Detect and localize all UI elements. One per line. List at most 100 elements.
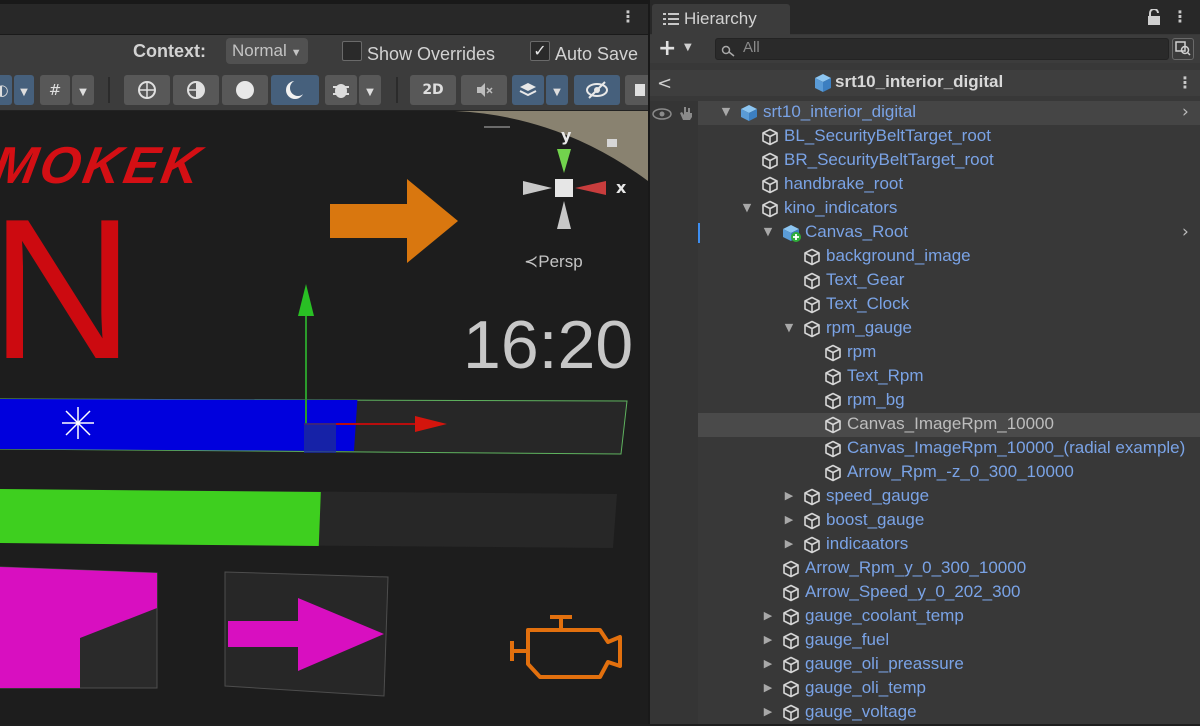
visibility-pickability-gutter[interactable] xyxy=(650,101,698,724)
hierarchy-item[interactable]: background_image xyxy=(698,245,1200,269)
foldout-collapsed-icon[interactable]: ▶ xyxy=(762,658,774,670)
2d-toggle-button[interactable]: 2D xyxy=(410,75,456,105)
hierarchy-item-label: rpm_bg xyxy=(847,390,905,409)
scene-view-panel[interactable]: ⋮ Context: Normal ▼ Show Overrides ✓ Auto… xyxy=(0,0,648,724)
foldout-collapsed-icon[interactable]: ▶ xyxy=(762,682,774,694)
rpm-bar-fill xyxy=(0,399,358,451)
lock-icon[interactable] xyxy=(1147,8,1161,29)
hierarchy-item[interactable]: Canvas_ImageRpm_10000_(radial example) xyxy=(698,437,1200,461)
hierarchy-item[interactable]: ▶ gauge_fuel xyxy=(698,629,1200,653)
draw-mode-icon[interactable]: ◐ xyxy=(0,75,12,105)
hierarchy-item[interactable]: Text_Clock xyxy=(698,293,1200,317)
hierarchy-item[interactable]: BL_SecurityBeltTarget_root xyxy=(698,125,1200,149)
hierarchy-item[interactable]: Text_Rpm xyxy=(698,365,1200,389)
camera-settings-icon[interactable] xyxy=(625,75,648,105)
shaded-wireframe-icon[interactable] xyxy=(173,75,219,105)
add-object-dropdown-icon[interactable]: ▼ xyxy=(684,42,692,53)
hierarchy-item[interactable]: Canvas_ImageRpm_10000 xyxy=(698,413,1200,437)
hierarchy-item[interactable]: rpm xyxy=(698,341,1200,365)
hierarchy-item[interactable]: BR_SecurityBeltTarget_root xyxy=(698,149,1200,173)
foldout-expanded-icon[interactable]: ▼ xyxy=(720,106,732,118)
gizmo-center-cube[interactable] xyxy=(555,179,573,197)
clock-text: 16:20 xyxy=(463,307,634,383)
hierarchy-item[interactable]: Text_Gear xyxy=(698,269,1200,293)
foldout-collapsed-icon[interactable]: ▶ xyxy=(762,706,774,718)
gameobject-icon xyxy=(824,464,842,482)
scene-visibility-icon[interactable] xyxy=(574,75,620,105)
open-prefab-chevron-icon[interactable]: › xyxy=(1182,222,1189,242)
foldout-expanded-icon[interactable]: ▼ xyxy=(741,202,753,214)
scene-search-toggle-icon[interactable] xyxy=(1172,38,1194,60)
debug-dropdown-icon[interactable]: ▼ xyxy=(359,75,381,105)
effects-layers-icon[interactable] xyxy=(512,75,544,105)
foldout-collapsed-icon[interactable]: ▶ xyxy=(783,538,795,550)
wireframe-shading-icon[interactable] xyxy=(124,75,170,105)
show-overrides-checkbox[interactable] xyxy=(342,41,362,61)
gizmo-neg-y-cone[interactable] xyxy=(557,201,571,229)
hierarchy-item[interactable]: ▶ gauge_voltage xyxy=(698,701,1200,725)
scene-tab-bar xyxy=(0,0,648,35)
audio-mute-icon[interactable] xyxy=(461,75,507,105)
draw-mode-dropdown-icon[interactable]: ▼ xyxy=(14,75,34,105)
unlit-shading-icon[interactable] xyxy=(271,75,319,105)
hierarchy-item[interactable]: ▶ gauge_oli_preassure xyxy=(698,653,1200,677)
hierarchy-item[interactable]: handbrake_root xyxy=(698,173,1200,197)
toolbar-separator xyxy=(396,77,398,103)
scene-toolbar-tools: ◐ ▼ # ▼ ▼ 2D ▼ xyxy=(0,70,648,111)
move-gizmo-y-arrow[interactable] xyxy=(298,284,314,316)
hierarchy-item-label: Arrow_Rpm_y_0_300_10000 xyxy=(805,558,1027,577)
gizmo-y-cone[interactable] xyxy=(557,149,571,173)
foldout-expanded-icon[interactable]: ▼ xyxy=(762,226,774,238)
hierarchy-item[interactable]: ▶ indicaators xyxy=(698,533,1200,557)
gameobject-icon xyxy=(782,560,800,578)
scene-options-menu-icon[interactable]: ⋮ xyxy=(620,9,636,25)
hierarchy-item[interactable]: ▼ rpm_gauge xyxy=(698,317,1200,341)
hierarchy-item[interactable]: ▶ speed_gauge xyxy=(698,485,1200,509)
gizmo-x-cone[interactable] xyxy=(575,181,606,195)
gameobject-icon xyxy=(824,416,842,434)
hierarchy-item[interactable]: ▼ kino_indicators xyxy=(698,197,1200,221)
hierarchy-item-label: gauge_coolant_temp xyxy=(805,606,964,625)
prefab-header-options-icon[interactable]: ⋮ xyxy=(1177,75,1193,91)
perspective-toggle[interactable]: ≺Persp xyxy=(524,252,583,272)
back-chevron-icon[interactable]: < xyxy=(657,73,672,94)
hierarchy-item[interactable]: ▼ srt10_interior_digital › xyxy=(698,101,1200,125)
foldout-expanded-icon[interactable]: ▼ xyxy=(783,322,795,334)
context-dropdown[interactable]: Normal ▼ xyxy=(226,38,308,64)
lock-icon[interactable] xyxy=(607,139,617,147)
hierarchy-item[interactable]: ▼ Canvas_Root › xyxy=(698,221,1200,245)
foldout-collapsed-icon[interactable]: ▶ xyxy=(783,514,795,526)
hierarchy-item[interactable]: Arrow_Rpm_-z_0_300_10000 xyxy=(698,461,1200,485)
orientation-gizmo[interactable] xyxy=(523,139,617,229)
prefab-icon xyxy=(813,73,833,97)
gameobject-icon xyxy=(803,512,821,530)
debug-bug-icon[interactable] xyxy=(325,75,357,105)
open-prefab-chevron-icon[interactable]: › xyxy=(1182,102,1189,122)
move-gizmo-plane-handle[interactable] xyxy=(304,423,336,453)
hierarchy-item[interactable]: rpm_bg xyxy=(698,389,1200,413)
hierarchy-item[interactable]: Arrow_Rpm_y_0_300_10000 xyxy=(698,557,1200,581)
gizmo-neg-x-cone[interactable] xyxy=(523,181,552,195)
hierarchy-item-label: gauge_oli_preassure xyxy=(805,654,964,673)
visibility-eye-icon[interactable] xyxy=(652,106,672,125)
foldout-collapsed-icon[interactable]: ▶ xyxy=(783,490,795,502)
hierarchy-search-input[interactable] xyxy=(715,38,1169,60)
hierarchy-item[interactable]: ▶ boost_gauge xyxy=(698,509,1200,533)
prefab-icon xyxy=(740,104,758,122)
grid-snap-dropdown-icon[interactable]: ▼ xyxy=(72,75,94,105)
pickability-hand-icon[interactable] xyxy=(677,104,695,126)
grid-snap-icon[interactable]: # xyxy=(40,75,70,105)
foldout-collapsed-icon[interactable]: ▶ xyxy=(762,634,774,646)
effects-dropdown-icon[interactable]: ▼ xyxy=(546,75,568,105)
foldout-collapsed-icon[interactable]: ▶ xyxy=(762,610,774,622)
hierarchy-item[interactable]: Arrow_Speed_y_0_202_300 xyxy=(698,581,1200,605)
hierarchy-item-label: gauge_fuel xyxy=(805,630,890,649)
hierarchy-options-menu-icon[interactable]: ⋮ xyxy=(1172,9,1188,25)
gameobject-icon xyxy=(761,128,779,146)
hierarchy-item[interactable]: ▶ gauge_oli_temp xyxy=(698,677,1200,701)
auto-save-checkbox[interactable]: ✓ xyxy=(530,41,550,61)
add-object-plus-icon[interactable]: + xyxy=(658,36,676,61)
hierarchy-item[interactable]: ▶ gauge_coolant_temp xyxy=(698,605,1200,629)
shaded-icon[interactable] xyxy=(222,75,268,105)
prefab-stage-title: srt10_interior_digital xyxy=(835,72,1004,91)
